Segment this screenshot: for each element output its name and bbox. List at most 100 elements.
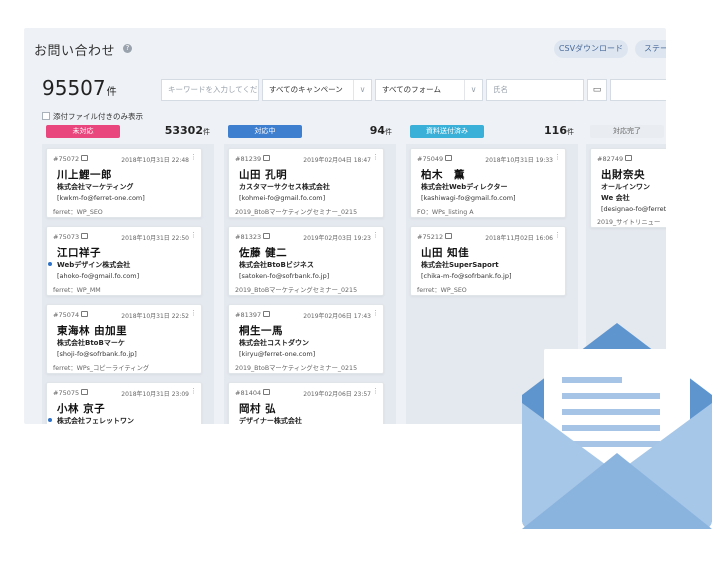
column-body: #75072 2018年10月31日 22:48 ⋮ 川上鯉一郎 株式会社マーケ…: [42, 144, 214, 424]
card-date: 2019年02月06日 17:43: [303, 313, 371, 320]
card-name: 岡村 弘: [239, 403, 277, 415]
card-id: #75075: [53, 389, 80, 397]
card-tag: ferret：WP_SEO: [417, 287, 467, 294]
mail-icon: [263, 311, 270, 317]
card-email: [kiryu@ferret-one.com]: [239, 350, 316, 358]
card-date: 2018年10月31日 23:09: [121, 391, 189, 398]
mail-icon: [625, 155, 632, 161]
card-date: 2018年10月31日 19:33: [485, 157, 553, 164]
column-count-value: 116: [544, 124, 567, 137]
date-input[interactable]: [610, 79, 666, 101]
column-body: #81239 2019年02月04日 18:47 ⋮ 山田 孔明 カスタマーサク…: [224, 144, 396, 424]
mail-icon: [81, 311, 88, 317]
card-id: #75072: [53, 155, 80, 163]
more-icon[interactable]: ⋮: [190, 231, 197, 239]
status-column: 未対応 53302件 #75072 2018年10月31日 22:48 ⋮ 川上…: [42, 124, 214, 424]
inquiry-card[interactable]: #81239 2019年02月04日 18:47 ⋮ 山田 孔明 カスタマーサク…: [228, 148, 384, 218]
unread-dot: [48, 262, 52, 266]
keyword-search-input[interactable]: キーワードを入力してくだ: [161, 79, 259, 101]
card-tag: 2019_BtoBマーケティングセミナー_0215: [235, 287, 358, 294]
more-icon[interactable]: ⋮: [372, 309, 379, 317]
inquiry-card[interactable]: #75073 2018年10月31日 22:50 ⋮ 江口祥子 Webデザイン株…: [46, 226, 202, 296]
more-icon[interactable]: ⋮: [190, 309, 197, 317]
letter-line: [562, 425, 660, 431]
card-tag: 2019_BtoBマーケティングセミナー_0215: [235, 365, 358, 372]
inquiry-card[interactable]: #81397 2019年02月06日 17:43 ⋮ 桐生一馬 株式会社コストダ…: [228, 304, 384, 374]
name-input[interactable]: 氏名: [486, 79, 584, 101]
unread-dot: [48, 418, 52, 422]
column-header: 対応中 94件: [228, 124, 392, 140]
card-email: [chika-m-fo@sofrbank.fo.jp]: [421, 272, 512, 280]
card-id: #75049: [417, 155, 444, 163]
more-icon[interactable]: ⋮: [554, 231, 561, 239]
card-name: 小林 京子: [57, 403, 106, 415]
status-badge: 対応中: [228, 125, 302, 138]
column-header: 未対応 53302件: [46, 124, 210, 140]
card-email: [kohmei-fo@gmail.fo.com]: [239, 194, 326, 202]
letter-line: [562, 377, 622, 383]
card-tag: ferret：WP_SEO: [53, 209, 103, 216]
card-company: オールインワンWe 会社: [601, 183, 650, 202]
card-company: 株式会社マーケティング: [57, 183, 134, 191]
card-date: 2018年10月31日 22:52: [121, 313, 189, 320]
card-company: 株式会社SuperSaport: [421, 261, 499, 269]
card-name: 東海林 由加里: [57, 325, 128, 337]
card-tag: 2019_サイトリニュー: [597, 219, 661, 226]
card-name: 江口祥子: [57, 247, 101, 259]
column-count: 94件: [370, 124, 392, 137]
status-button[interactable]: ステータ: [635, 40, 666, 58]
card-tag: ferret：WP_MM: [53, 287, 101, 294]
card-id: #81397: [235, 311, 262, 319]
inquiry-card[interactable]: #75075 2018年10月31日 23:09 ⋮ 小林 京子 株式会社フェレ…: [46, 382, 202, 424]
card-date: 2018年10月31日 22:50: [121, 235, 189, 242]
more-icon[interactable]: ⋮: [372, 153, 379, 161]
inquiry-card[interactable]: #81323 2019年02月03日 19:23 ⋮ 佐藤 健二 株式会社Bto…: [228, 226, 384, 296]
inquiry-card[interactable]: #75074 2018年10月31日 22:52 ⋮ 東海林 由加里 株式会社B…: [46, 304, 202, 374]
form-select-value: すべてのフォーム: [382, 85, 441, 94]
help-icon[interactable]: ?: [123, 44, 132, 53]
inquiry-card[interactable]: #75072 2018年10月31日 22:48 ⋮ 川上鯉一郎 株式会社マーケ…: [46, 148, 202, 218]
inquiry-card[interactable]: #75212 2018年11月02日 16:06 ⋮ 山田 知佳 株式会社Sup…: [410, 226, 566, 296]
mail-icon: [263, 155, 270, 161]
column-count: 53302件: [165, 124, 210, 137]
card-tag: FO：WPs_listing A: [417, 209, 474, 216]
mail-icon: [263, 233, 270, 239]
card-date: 2019年02月04日 18:47: [303, 157, 371, 164]
csv-download-button[interactable]: CSVダウンロード: [554, 40, 628, 58]
card-id: #75074: [53, 311, 80, 319]
more-icon[interactable]: ⋮: [190, 387, 197, 395]
card-id: #81239: [235, 155, 262, 163]
card-name: 柏木 薫: [421, 169, 465, 181]
mail-icon: [445, 233, 452, 239]
card-id: #75073: [53, 233, 80, 241]
total-count-value: 95507: [42, 76, 106, 100]
column-count: 116件: [544, 124, 574, 137]
letter-line: [562, 409, 660, 415]
inquiry-card[interactable]: #82749 出財奈央 オールインワンWe 会社 [designao-fo@fe…: [590, 148, 666, 228]
letter-line: [562, 393, 660, 399]
inquiry-card[interactable]: #81404 2019年02月06日 23:57 ⋮ 岡村 弘 デザイナー株式会…: [228, 382, 384, 424]
more-icon[interactable]: ⋮: [372, 231, 379, 239]
calendar-icon[interactable]: ▭: [587, 79, 607, 101]
card-company: 株式会社BtoBビジネス: [239, 261, 314, 269]
page-header: お問い合わせ ? CSVダウンロード ステータ: [34, 40, 666, 64]
campaign-select[interactable]: すべてのキャンペーン ∨: [262, 79, 372, 101]
card-name: 山田 知佳: [421, 247, 470, 259]
more-icon[interactable]: ⋮: [554, 153, 561, 161]
inquiry-card[interactable]: #75049 2018年10月31日 19:33 ⋮ 柏木 薫 株式会社Webデ…: [410, 148, 566, 218]
card-email: [kwkm-fo@ferret-one.com]: [57, 194, 145, 202]
total-count-unit: 件: [106, 87, 117, 98]
mail-icon: [81, 155, 88, 161]
card-name: 川上鯉一郎: [57, 169, 112, 181]
chevron-down-icon: ∨: [464, 80, 482, 100]
form-select[interactable]: すべてのフォーム ∨: [375, 79, 483, 101]
attach-filter[interactable]: 添付ファイル付きのみ表示: [42, 111, 143, 122]
column-header: 対応完了: [590, 124, 666, 140]
more-icon[interactable]: ⋮: [190, 153, 197, 161]
card-date: 2018年11月02日 16:06: [485, 235, 553, 242]
more-icon[interactable]: ⋮: [372, 387, 379, 395]
column-count-unit: 件: [203, 128, 210, 136]
card-company: 株式会社Webディレクター: [421, 183, 508, 191]
status-badge: 資料送付済み: [410, 125, 484, 138]
attach-checkbox[interactable]: [42, 112, 50, 120]
